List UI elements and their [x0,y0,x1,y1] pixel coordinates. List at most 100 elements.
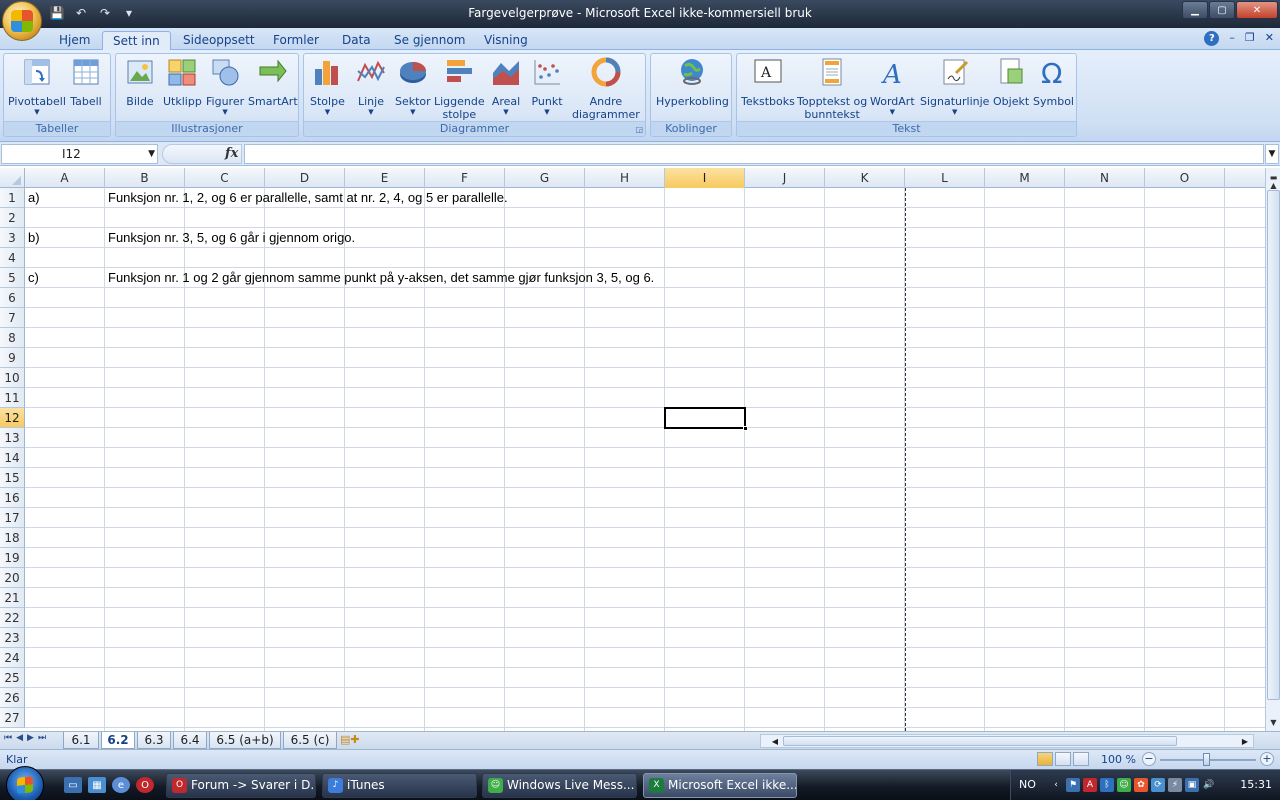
row-header[interactable]: 22 [0,608,25,628]
active-cell-i12[interactable] [664,407,748,431]
clock[interactable]: 15:31 [1240,778,1272,791]
sheet-tab-6-4[interactable]: 6.4 [173,732,207,749]
ribbon-restore-button[interactable]: ❐ [1245,31,1255,46]
row-header[interactable]: 27 [0,708,25,728]
line-chart-button[interactable]: Linje ▼ [355,56,387,116]
scroll-right-arrow-icon[interactable]: ▶ [1239,735,1251,747]
chevron-down-icon[interactable]: ▼ [148,145,155,163]
bluetooth-icon[interactable]: ᛒ [1100,778,1114,792]
row-header[interactable]: 5 [0,268,25,288]
zoom-out-icon[interactable]: − [1142,752,1156,766]
close-button[interactable]: ✕ [1236,1,1278,19]
zoom-slider-thumb[interactable] [1203,753,1210,766]
pivottable-button[interactable]: Pivottabell ▼ [8,56,66,116]
column-header-e[interactable]: E [345,168,425,188]
bar-chart-button[interactable]: Liggende stolpe [434,56,485,121]
smartart-button[interactable]: SmartArt [248,56,298,108]
update-icon[interactable]: ⟳ [1151,778,1165,792]
column-chart-button[interactable]: Stolpe ▼ [310,56,345,116]
row-header[interactable]: 3 [0,228,25,248]
show-hidden-icons-icon[interactable]: ‹ [1049,778,1063,792]
row-header[interactable]: 25 [0,668,25,688]
row-header[interactable]: 14 [0,448,25,468]
switch-windows-icon[interactable]: ▦ [88,777,106,793]
page-break-preview-icon[interactable] [1073,752,1089,766]
cell-b3[interactable]: Funksjon nr. 3, 5, og 6 går i gjennom or… [105,228,355,248]
row-header[interactable]: 8 [0,328,25,348]
scatter-chart-button[interactable]: Punkt ▼ [531,56,563,116]
symbol-button[interactable]: Ω Symbol [1033,56,1074,108]
column-header-f[interactable]: F [425,168,505,188]
show-desktop-icon[interactable]: ▭ [64,777,82,793]
column-header-c[interactable]: C [185,168,265,188]
header-footer-button[interactable]: Topptekst og bunntekst [797,56,867,121]
clipart-button[interactable]: Utklipp [163,56,202,108]
tab-visning[interactable]: Visning [474,31,538,51]
normal-view-icon[interactable] [1037,752,1053,766]
help-icon[interactable]: ? [1204,31,1220,46]
scroll-down-arrow-icon[interactable]: ▼ [1267,715,1280,729]
power-icon[interactable]: ⚡ [1168,778,1182,792]
insert-function-icon[interactable]: fx [225,146,238,161]
tab-data[interactable]: Data [332,31,381,51]
sheet-tab-6-5-ab[interactable]: 6.5 (a+b) [209,732,281,749]
column-header-a[interactable]: A [25,168,105,188]
tab-se-gjennom[interactable]: Se gjennom [384,31,475,51]
cell-b1[interactable]: Funksjon nr. 1, 2, og 6 er parallelle, s… [105,188,508,208]
wordart-button[interactable]: A WordArt ▼ [870,56,915,116]
row-header[interactable]: 24 [0,648,25,668]
row-header[interactable]: 20 [0,568,25,588]
sheet-tab-6-3[interactable]: 6.3 [137,732,171,749]
zoom-in-icon[interactable]: + [1260,752,1274,766]
row-header-selected[interactable]: 12 [0,408,25,428]
internet-explorer-icon[interactable]: e [112,777,130,793]
previous-sheet-arrow-icon[interactable]: ◀ [16,733,23,743]
opera-icon[interactable]: O [136,777,154,793]
table-button[interactable]: Tabell [70,56,102,108]
cell-b5[interactable]: Funksjon nr. 1 og 2 går gjennom samme pu… [105,268,654,288]
formula-input[interactable] [244,144,1264,164]
zoom-level[interactable]: 100 % [1101,753,1136,766]
column-header-g[interactable]: G [505,168,585,188]
cell-a5[interactable]: c) [25,268,39,288]
row-header[interactable]: 23 [0,628,25,648]
row-header[interactable]: 16 [0,488,25,508]
row-header[interactable]: 21 [0,588,25,608]
vertical-scroll-thumb[interactable] [1267,190,1280,700]
area-chart-button[interactable]: Areal ▼ [490,56,522,116]
column-header-d[interactable]: D [265,168,345,188]
row-header[interactable]: 1 [0,188,25,208]
sheet-tab-6-5-c[interactable]: 6.5 (c) [283,732,337,749]
row-header[interactable]: 15 [0,468,25,488]
start-button[interactable] [6,766,44,800]
taskbar-item-messenger[interactable]: ☺ Windows Live Mess... [482,773,637,798]
row-header[interactable]: 11 [0,388,25,408]
dialog-launcher-icon[interactable]: ◲ [635,125,643,134]
cell-a1[interactable]: a) [25,188,40,208]
tab-sett-inn[interactable]: Sett inn [102,31,171,51]
tab-formler[interactable]: Formler [263,31,329,51]
textbox-button[interactable]: A Tekstboks [741,56,795,108]
language-indicator[interactable]: NO [1019,778,1036,791]
messenger-tray-icon[interactable]: ☺ [1117,778,1131,792]
app-tray-icon[interactable]: ✿ [1134,778,1148,792]
name-box[interactable]: I12 ▼ [1,144,158,164]
column-header-b[interactable]: B [105,168,185,188]
row-header[interactable]: 6 [0,288,25,308]
tab-hjem[interactable]: Hjem [49,31,100,51]
row-header[interactable]: 4 [0,248,25,268]
row-header[interactable]: 2 [0,208,25,228]
row-header[interactable]: 7 [0,308,25,328]
column-header-h[interactable]: H [585,168,665,188]
minimize-button[interactable]: ▁ [1182,1,1208,19]
ribbon-close-button[interactable]: ✕ [1265,31,1274,46]
column-header-partial[interactable] [1225,168,1265,188]
ribbon-minimize-button[interactable]: – [1229,31,1235,46]
row-header[interactable]: 18 [0,528,25,548]
expand-formula-bar-icon[interactable]: ▼ [1265,144,1279,164]
pie-chart-button[interactable]: Sektor ▼ [395,56,431,116]
shapes-button[interactable]: Figurer ▼ [206,56,244,116]
next-sheet-arrow-icon[interactable]: ▶ [27,733,34,743]
row-header[interactable]: 26 [0,688,25,708]
monitor-icon[interactable]: ▣ [1185,778,1199,792]
